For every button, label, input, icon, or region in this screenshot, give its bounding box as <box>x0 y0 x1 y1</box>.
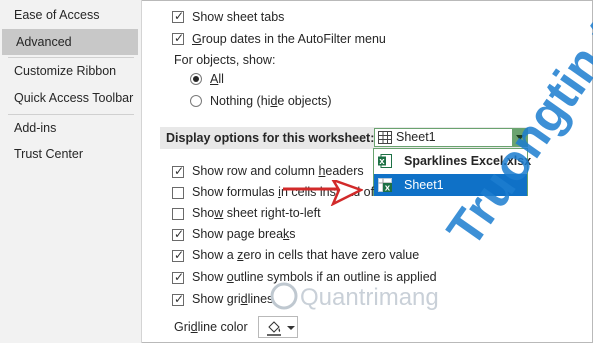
sidebar-item-ease-of-access[interactable]: Ease of Access <box>0 2 141 28</box>
show-gridlines-checkbox[interactable]: ✓ <box>172 292 185 306</box>
show-page-breaks-checkbox[interactable]: ✓ <box>172 227 185 241</box>
checkmark-icon: ✓ <box>173 292 185 306</box>
checkmark-icon: ✓ <box>173 270 185 284</box>
gridline-color-picker[interactable] <box>258 316 298 338</box>
chevron-down-icon <box>287 326 295 330</box>
svg-text:X: X <box>379 158 385 166</box>
show-row-column-headers-label: Show row and column headers <box>192 164 364 178</box>
worksheet-dropdown-list: X Sparklines Excel.xlsx X Sheet1 <box>373 148 531 196</box>
sheet-grid-icon <box>378 131 392 144</box>
options-sidebar: Ease of Access Advanced Customize Ribbon… <box>0 0 142 343</box>
sidebar-item-label: Quick Access Toolbar <box>14 91 134 105</box>
show-zero-checkbox[interactable]: ✓ <box>172 248 185 262</box>
group-dates-checkbox[interactable]: ✓ <box>172 31 185 45</box>
objects-nothing-radio[interactable] <box>190 95 202 107</box>
dropdown-item-label: Sheet1 <box>404 178 444 192</box>
worksheet-select[interactable]: Sheet1 <box>374 128 528 147</box>
objects-nothing-label: Nothing (hide objects) <box>210 94 332 108</box>
sidebar-item-customize-ribbon[interactable]: Customize Ribbon <box>0 58 141 84</box>
sidebar-item-label: Trust Center <box>14 147 84 161</box>
sidebar-item-quick-access-toolbar[interactable]: Quick Access Toolbar <box>0 85 141 111</box>
sidebar-item-trust-center[interactable]: Trust Center <box>0 141 141 167</box>
worksheet-select-value: Sheet1 <box>396 130 436 144</box>
dropdown-button[interactable] <box>512 129 527 146</box>
objects-all-radio[interactable] <box>190 73 202 85</box>
sidebar-item-label: Ease of Access <box>14 8 100 22</box>
sidebar-item-label: Advanced <box>16 35 72 49</box>
objects-show-label: For objects, show: <box>174 53 276 67</box>
chevron-down-icon <box>516 135 524 140</box>
show-row-column-headers-checkbox[interactable]: ✓ <box>172 164 185 178</box>
checkmark-icon: ✓ <box>173 248 185 262</box>
show-sheet-right-to-left-label: Show sheet right-to-left <box>192 206 321 220</box>
show-sheet-tabs-label: Show sheet tabs <box>192 10 285 24</box>
svg-text:X: X <box>385 184 391 192</box>
sidebar-item-add-ins[interactable]: Add-ins <box>0 115 141 141</box>
show-outline-symbols-label: Show outline symbols if an outline is ap… <box>192 270 437 284</box>
show-sheet-right-to-left-checkbox[interactable] <box>172 208 184 220</box>
show-sheet-tabs-checkbox[interactable]: ✓ <box>172 9 185 23</box>
show-gridlines-label: Show gridlines <box>192 292 274 306</box>
sidebar-item-label: Customize Ribbon <box>14 64 117 78</box>
checkmark-icon: ✓ <box>173 227 185 241</box>
checkmark-icon: ✓ <box>173 31 185 45</box>
checkmark-icon: ✓ <box>173 164 185 178</box>
show-formulas-checkbox[interactable] <box>172 187 184 199</box>
excel-workbook-icon: X <box>378 154 392 168</box>
dropdown-item-sheet1[interactable]: X Sheet1 <box>374 174 527 196</box>
dropdown-item-workbook[interactable]: X Sparklines Excel.xlsx <box>374 150 531 172</box>
show-formulas-label: Show formulas in cells instead of <box>192 185 375 199</box>
checkmark-icon: ✓ <box>173 9 185 23</box>
excel-sheet-icon: X <box>378 178 392 192</box>
show-outline-symbols-checkbox[interactable]: ✓ <box>172 270 185 284</box>
sidebar-item-label: Add-ins <box>14 121 57 135</box>
objects-all-label: All <box>210 72 224 86</box>
gridline-color-label: Gridline color <box>174 320 248 334</box>
radio-dot <box>193 76 199 82</box>
sidebar-item-advanced[interactable]: Advanced <box>2 29 138 55</box>
group-dates-label: Group dates in the AutoFilter menu <box>192 32 386 46</box>
dropdown-item-label: Sparklines Excel.xlsx <box>404 154 532 168</box>
show-zero-label: Show a zero in cells that have zero valu… <box>192 248 420 262</box>
worksheet-section-title: Display options for this worksheet: <box>166 131 375 145</box>
show-page-breaks-label: Show page breaks <box>192 227 296 241</box>
paint-bucket-icon <box>267 321 281 336</box>
